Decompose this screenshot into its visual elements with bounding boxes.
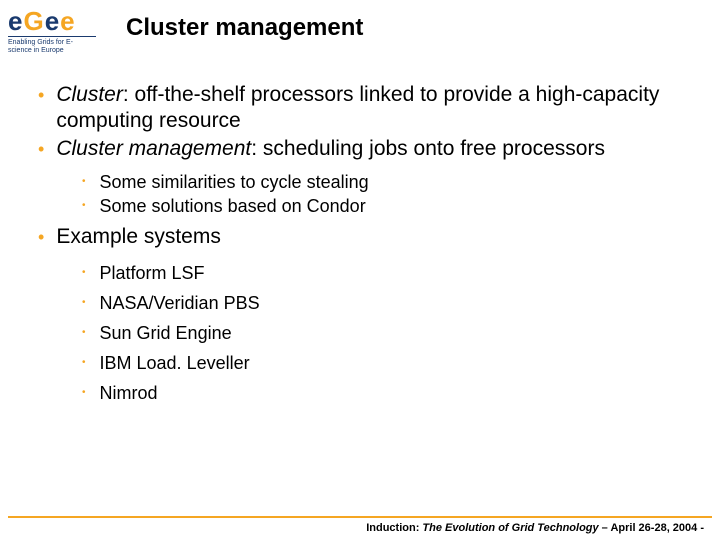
- term: Cluster management: [56, 137, 251, 160]
- bullet-icon: •: [82, 348, 86, 378]
- bullet-icon: •: [82, 288, 86, 318]
- bullet-icon: •: [38, 82, 44, 134]
- bullet-icon: •: [82, 318, 86, 348]
- bullet-text: IBM Load. Leveller: [100, 348, 250, 378]
- footer-divider: [8, 516, 712, 518]
- slide-content: • Cluster: off-the-shelf processors link…: [0, 54, 720, 408]
- bullet-level2: • Some solutions based on Condor: [82, 194, 690, 218]
- bullet-icon: •: [38, 224, 44, 250]
- logo-subtitle: Enabling Grids for E-science in Europe: [8, 36, 96, 54]
- bullet-text: Cluster: off-the-shelf processors linked…: [56, 82, 690, 134]
- bullet-icon: •: [82, 378, 86, 408]
- bullet-text: Cluster management: scheduling jobs onto…: [56, 136, 605, 162]
- bullet-level1: • Example systems: [38, 224, 690, 250]
- bullet-text: Platform LSF: [100, 258, 205, 288]
- bullet-level2: • Sun Grid Engine: [82, 318, 690, 348]
- term: Cluster: [56, 83, 123, 106]
- logo-acronym: eGee: [8, 8, 108, 34]
- bullet-level1: • Cluster: off-the-shelf processors link…: [38, 82, 690, 134]
- bullet-icon: •: [38, 136, 44, 162]
- bullet-level2: • NASA/Veridian PBS: [82, 288, 690, 318]
- rest: : off-the-shelf processors linked to pro…: [56, 83, 659, 132]
- footer-lead: Induction:: [366, 522, 422, 534]
- bullet-text: Some similarities to cycle stealing: [100, 170, 369, 194]
- bullet-icon: •: [82, 258, 86, 288]
- bullet-level2: • Some similarities to cycle stealing: [82, 170, 690, 194]
- bullet-text: Nimrod: [100, 378, 158, 408]
- logo-letter: e: [60, 6, 75, 36]
- footer: Induction: The Evolution of Grid Technol…: [0, 516, 720, 534]
- footer-title: The Evolution of Grid Technology: [422, 522, 598, 534]
- bullet-level2: • Nimrod: [82, 378, 690, 408]
- logo-letter: G: [23, 6, 44, 36]
- bullet-text: Some solutions based on Condor: [100, 194, 366, 218]
- rest: : scheduling jobs onto free processors: [251, 137, 605, 160]
- bullet-level2: • Platform LSF: [82, 258, 690, 288]
- bullet-text: NASA/Veridian PBS: [100, 288, 260, 318]
- bullet-level1: • Cluster management: scheduling jobs on…: [38, 136, 690, 162]
- bullet-level2: • IBM Load. Leveller: [82, 348, 690, 378]
- header: eGee Enabling Grids for E-science in Eur…: [0, 0, 720, 54]
- logo-letter: e: [45, 6, 60, 36]
- bullet-icon: •: [82, 194, 86, 218]
- bullet-text: Example systems: [56, 224, 221, 250]
- footer-text: Induction: The Evolution of Grid Technol…: [0, 522, 720, 534]
- footer-date: – April 26-28, 2004 -: [599, 522, 704, 534]
- slide-title: Cluster management: [126, 14, 363, 42]
- bullet-icon: •: [82, 170, 86, 194]
- logo-letter: e: [8, 6, 23, 36]
- egee-logo: eGee Enabling Grids for E-science in Eur…: [8, 8, 108, 54]
- bullet-text: Sun Grid Engine: [100, 318, 232, 348]
